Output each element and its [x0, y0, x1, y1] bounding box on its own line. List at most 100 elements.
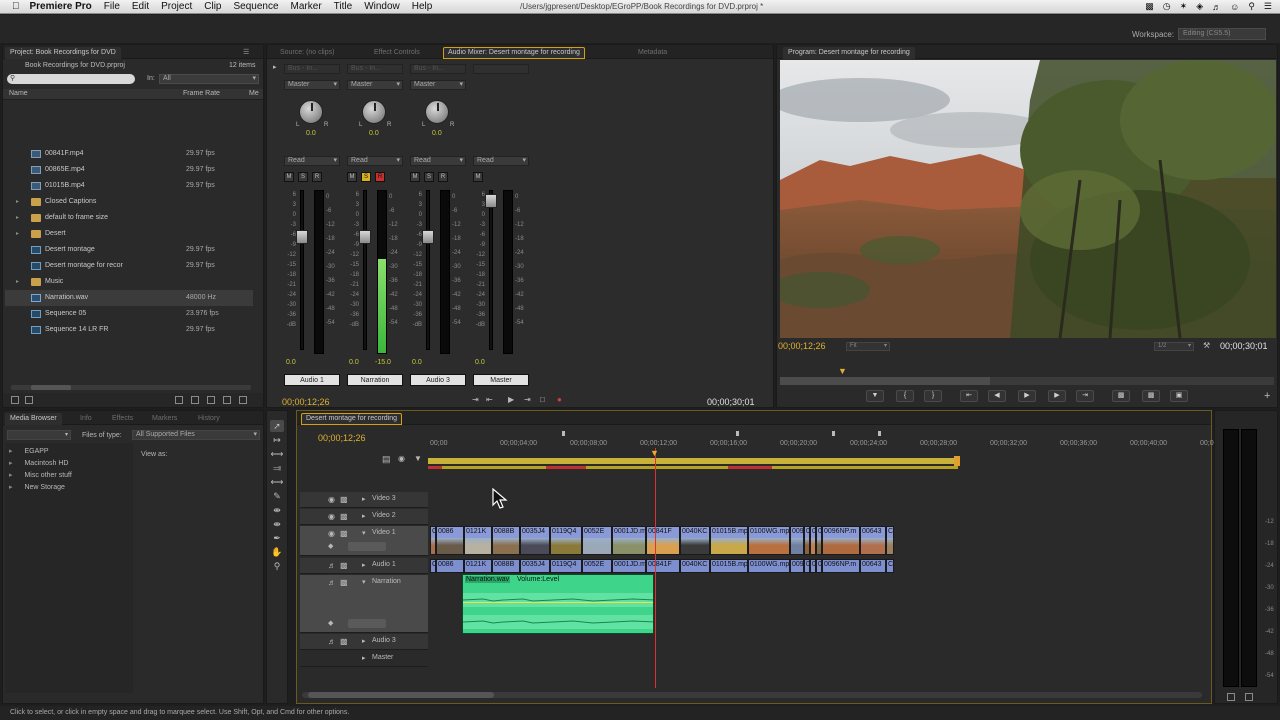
new-item-icon[interactable]: [223, 396, 231, 404]
audio-clip[interactable]: 0100WG.mp: [748, 559, 790, 573]
audio-clip[interactable]: 0052E: [582, 559, 612, 573]
track-header[interactable]: ♬ ▩ ▸ Audio 1: [300, 558, 428, 574]
mixer-menu-arrow[interactable]: ▸: [273, 63, 277, 71]
fit-select[interactable]: Fit ▾: [846, 342, 890, 351]
fader-track[interactable]: [426, 190, 430, 350]
volume-value-secondary[interactable]: -15.0: [375, 359, 391, 366]
fader-track[interactable]: [363, 190, 367, 350]
pen-tool-icon[interactable]: ✒: [270, 532, 284, 544]
fader-track[interactable]: [300, 190, 304, 350]
video-clip[interactable]: 0099: [790, 526, 804, 555]
tab-metadata[interactable]: Metadata: [633, 47, 672, 59]
project-list-item[interactable]: Sequence 05 23.976 fps: [5, 306, 253, 322]
lock-icon[interactable]: ▩: [340, 512, 348, 521]
project-list-item[interactable]: Sequence 14 LR FR 29.97 fps: [5, 322, 253, 338]
audio-clip[interactable]: 0099: [790, 559, 804, 573]
eye-icon[interactable]: ◉: [328, 512, 335, 521]
volume-value[interactable]: 0.0: [475, 359, 485, 366]
go-to-in-button[interactable]: ⇤: [960, 390, 978, 402]
fader-track[interactable]: [489, 190, 493, 350]
go-to-out-button[interactable]: ⇥: [1076, 390, 1094, 402]
volume-fader[interactable]: [359, 230, 371, 244]
chevron-right-icon[interactable]: ▸: [362, 561, 366, 569]
lift-button[interactable]: ▩: [1112, 390, 1130, 402]
eye-icon[interactable]: ◉: [328, 495, 335, 504]
tab-audio-mixer[interactable]: Audio Mixer: Desert montage for recordin…: [443, 47, 585, 59]
menu-title[interactable]: Title: [328, 1, 359, 12]
go-to-out-icon[interactable]: ⇤: [486, 395, 493, 404]
video-clip[interactable]: 0096NP.m: [822, 526, 860, 555]
track-header[interactable]: ◉ ▩ ▸ Video 2: [300, 509, 428, 525]
chevron-down-icon[interactable]: ▾: [362, 529, 366, 537]
project-list-item[interactable]: 00865E.mp4 29.97 fps: [5, 162, 253, 178]
channel-label[interactable]: Narration: [347, 374, 403, 386]
lock-icon[interactable]: ▩: [340, 529, 348, 538]
snap-icon[interactable]: ▤: [382, 454, 391, 465]
menu-marker[interactable]: Marker: [285, 1, 328, 12]
project-list-item[interactable]: ▸ Closed Captions: [5, 194, 253, 210]
audio-clip[interactable]: 0035J4: [520, 559, 550, 573]
automation-select[interactable]: Read ▾: [410, 156, 466, 166]
solo-button[interactable]: S: [424, 172, 434, 182]
pan-value[interactable]: 0.0: [306, 130, 316, 137]
drive-item[interactable]: ▸ EGAPP: [9, 447, 49, 455]
video-clip[interactable]: 0088B: [492, 526, 520, 555]
audio-clip[interactable]: 0121K: [464, 559, 492, 573]
audio-clip[interactable]: 0096NP.m: [822, 559, 860, 573]
output-select[interactable]: Master ▾: [410, 80, 466, 90]
tab-history[interactable]: History: [193, 413, 225, 425]
work-area-end[interactable]: [954, 456, 960, 466]
speaker-icon[interactable]: ♬: [328, 637, 336, 646]
time-machine-icon[interactable]: ◷: [1163, 1, 1171, 12]
automation-select[interactable]: Read ▾: [347, 156, 403, 166]
add-marker-button[interactable]: ▼: [866, 390, 884, 402]
drive-item[interactable]: ▸ Macintosh HD: [9, 459, 68, 467]
play-icon[interactable]: ▶: [508, 395, 514, 404]
set-marker-icon[interactable]: ◉: [398, 454, 405, 463]
wrench-icon[interactable]: ⚒: [1203, 341, 1210, 350]
selection-tool-icon[interactable]: ➚: [270, 420, 284, 432]
spotlight-search-icon[interactable]: ⚲: [1248, 1, 1255, 12]
add-button-icon[interactable]: +: [1264, 390, 1270, 402]
record-icon[interactable]: ●: [557, 395, 562, 404]
lock-icon[interactable]: ▩: [340, 637, 348, 646]
pan-knob[interactable]: [299, 100, 323, 124]
timeline-playhead[interactable]: [655, 448, 656, 688]
tab-effect-controls[interactable]: Effect Controls: [369, 47, 425, 59]
disclosure-triangle-icon[interactable]: ▸: [16, 226, 19, 242]
chevron-right-icon[interactable]: ▸: [362, 512, 366, 520]
project-list-item[interactable]: Narration.wav 48000 Hz: [5, 290, 253, 306]
volume-fader[interactable]: [485, 194, 497, 208]
menu-window[interactable]: Window: [358, 1, 406, 12]
tab-media-browser[interactable]: Media Browser: [5, 413, 62, 425]
ripple-edit-tool-icon[interactable]: ⟷: [270, 448, 284, 460]
menu-clip[interactable]: Clip: [198, 1, 227, 12]
razor-tool-icon[interactable]: ✎: [270, 490, 284, 502]
solo-right-icon[interactable]: [1245, 693, 1253, 701]
zoom-tool-icon[interactable]: ⚲: [270, 560, 284, 572]
program-scrub-bar[interactable]: ▼: [780, 362, 1274, 386]
track-header[interactable]: ◉ ▩ ▸ Video 3: [300, 492, 428, 508]
sequence-marker[interactable]: [736, 431, 739, 436]
project-list-item[interactable]: Desert montage for recor 29.97 fps: [5, 258, 253, 274]
menu-project[interactable]: Project: [155, 1, 198, 12]
solo-button[interactable]: S: [361, 172, 371, 182]
chevron-right-icon[interactable]: ▸: [362, 654, 366, 662]
audio-clip[interactable]: C: [886, 559, 894, 573]
video-clip[interactable]: 0052E: [582, 526, 612, 555]
menu-help[interactable]: Help: [406, 1, 439, 12]
sequence-marker[interactable]: [562, 431, 565, 436]
menu-file[interactable]: File: [98, 1, 126, 12]
audio-clip[interactable]: 0088B: [492, 559, 520, 573]
mark-in-button[interactable]: {: [896, 390, 914, 402]
audio-clip[interactable]: 00841F: [646, 559, 680, 573]
input-select[interactable]: [473, 64, 529, 74]
slip-tool-icon[interactable]: ⇼: [270, 504, 284, 516]
new-bin-icon[interactable]: [207, 396, 215, 404]
video-clip[interactable]: 0001JD.m: [612, 526, 646, 555]
drive-item[interactable]: ▸ New Storage: [9, 483, 65, 491]
workspace-select[interactable]: Editing (CS5.5): [1178, 28, 1266, 40]
track-header[interactable]: ♬ ▩ ▾ Narration ◆: [300, 575, 428, 633]
lock-icon[interactable]: ▩: [340, 495, 348, 504]
mute-button[interactable]: M: [473, 172, 483, 182]
